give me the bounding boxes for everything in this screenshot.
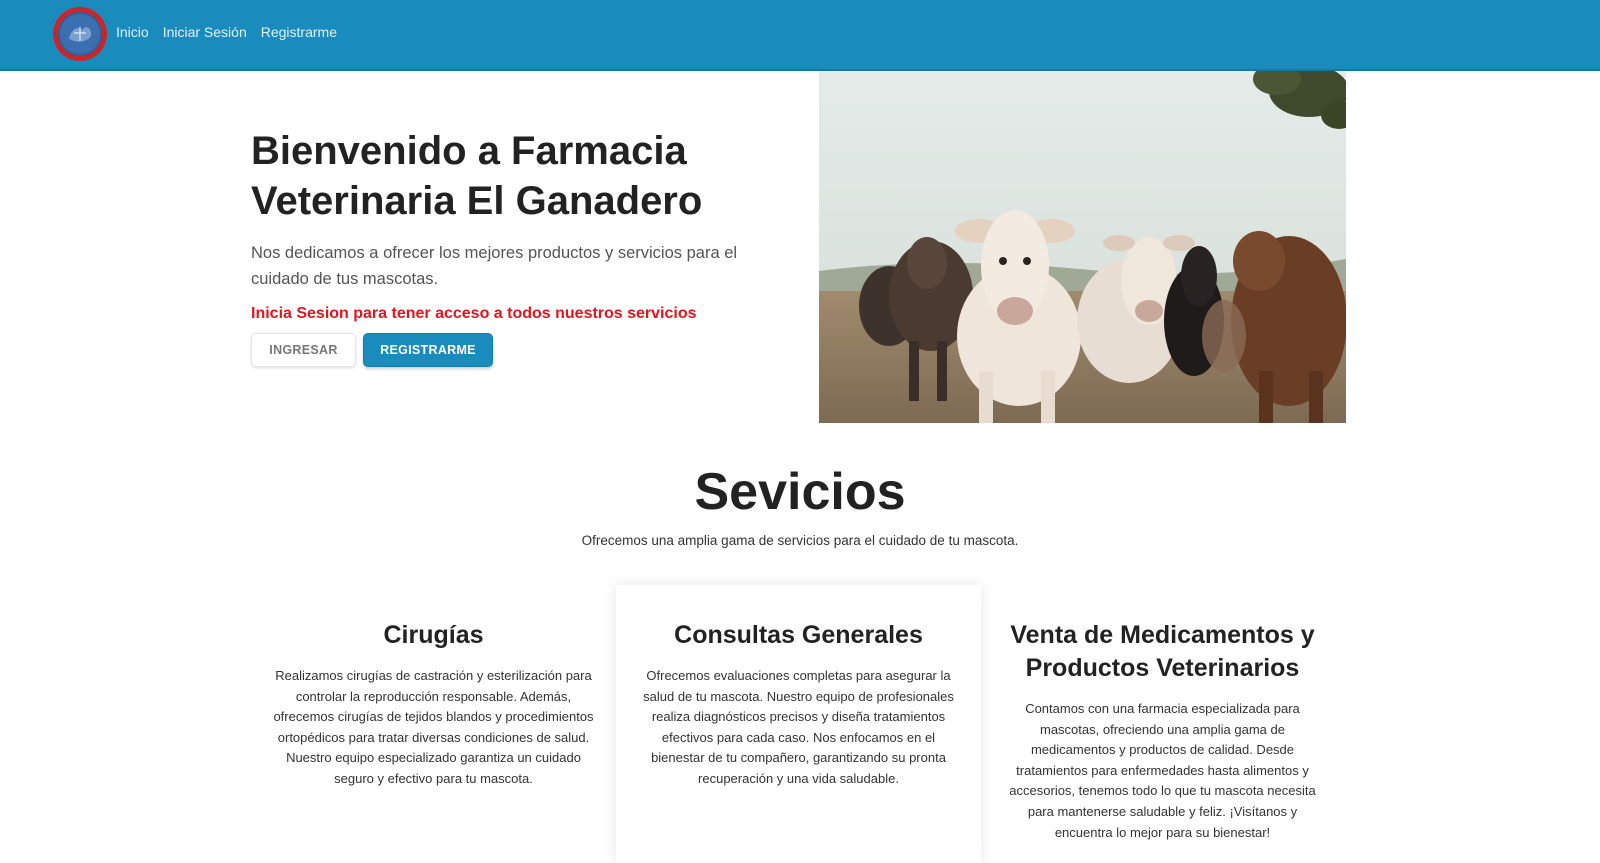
services-title: Sevicios xyxy=(694,463,906,521)
hero-subtitle: Nos dedicamos a ofrecer los mejores prod… xyxy=(251,244,738,288)
ingresar-button[interactable]: INGRESAR xyxy=(251,333,356,367)
login-warning: Inicia Sesion para tener acceso a todos … xyxy=(251,305,697,322)
service-card-consultas: Consultas Generales Ofrecemos evaluacion… xyxy=(616,585,981,863)
service-card-title: Cirugías xyxy=(383,621,484,649)
service-card-text: Ofrecemos evaluaciones completas para as… xyxy=(643,668,954,786)
service-card-cirugias: Cirugías Realizamos cirugías de castraci… xyxy=(251,585,616,863)
service-card-text: Realizamos cirugías de castración y este… xyxy=(273,668,594,786)
services-subtitle: Ofrecemos una amplia gama de servicios p… xyxy=(581,533,1019,548)
service-card-title: Venta de Medicamentos y Productos Veteri… xyxy=(1010,621,1315,682)
hero-cattle-image xyxy=(819,71,1346,423)
hero-title: Bienvenido a Farmacia Veterinaria El Gan… xyxy=(251,129,703,223)
nav-link-registrarme[interactable]: Registrarme xyxy=(261,24,337,40)
service-card-text: Contamos con una farmacia especializada … xyxy=(1009,701,1316,840)
nav-links: Inicio Iniciar Sesión Registrarme xyxy=(116,24,337,40)
nav-link-iniciar-sesion[interactable]: Iniciar Sesión xyxy=(163,24,247,40)
navbar: Inicio Iniciar Sesión Registrarme xyxy=(0,0,1600,71)
service-card-title: Consultas Generales xyxy=(674,621,923,649)
nav-link-inicio[interactable]: Inicio xyxy=(116,24,149,40)
service-card-medicamentos: Venta de Medicamentos y Productos Veteri… xyxy=(980,585,1345,863)
brand-logo[interactable] xyxy=(52,6,108,62)
registrarme-button[interactable]: REGISTRARME xyxy=(363,333,493,367)
